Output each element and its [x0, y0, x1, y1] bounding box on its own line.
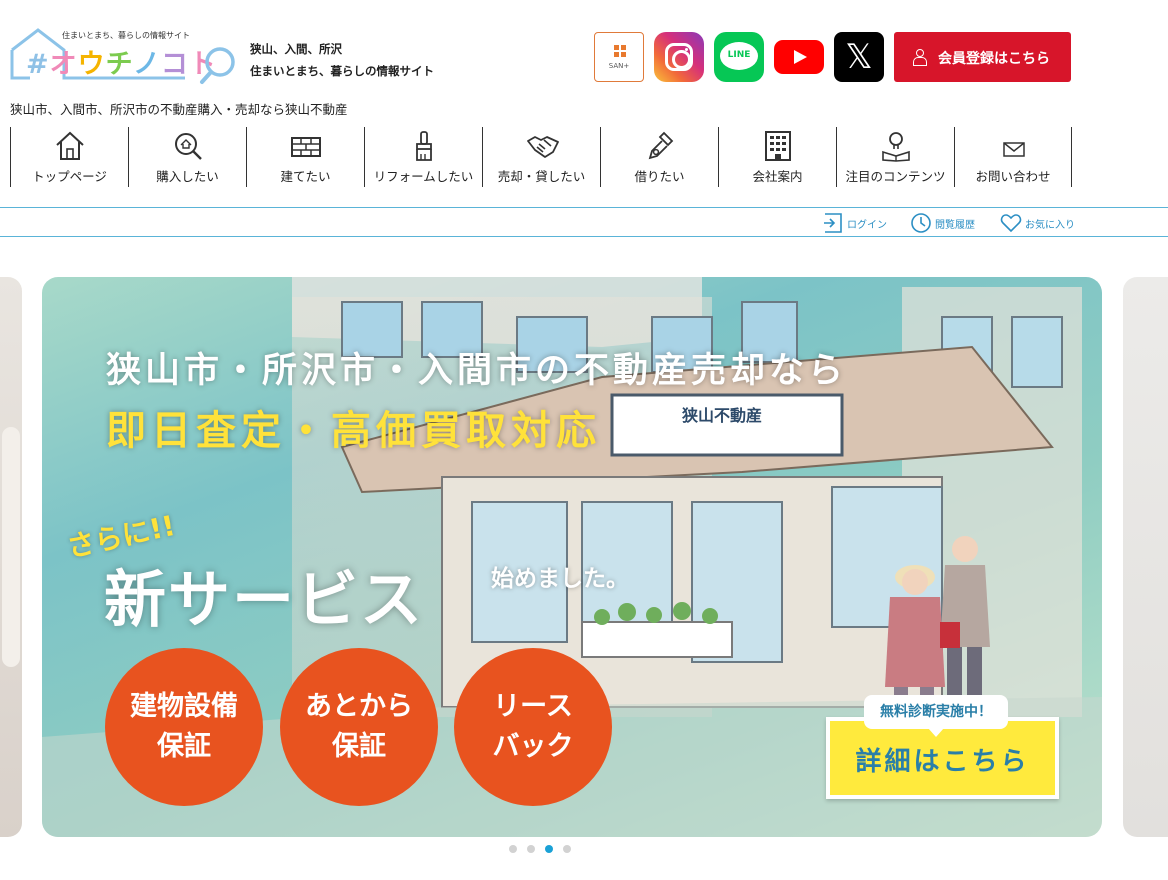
site-logo[interactable]: 住まいとまち、暮らしの情報サイト #オウチノコト [10, 26, 238, 88]
slide-preview-previous[interactable] [0, 277, 22, 837]
user-icon [913, 49, 927, 66]
free-diagnosis-badge: 無料診断実施中！ [864, 695, 1008, 737]
login-link[interactable]: ログイン [822, 212, 892, 234]
sanplus-button[interactable]: SAN+ [594, 32, 644, 82]
nav-item-build[interactable]: 建てたい [246, 127, 364, 187]
hero-headline: 狭山市・所沢市・入間市の不動産売却なら [106, 351, 848, 391]
nav-item-sell[interactable]: 売却・貸したい [482, 127, 600, 187]
nav-item-top[interactable]: トップページ [10, 127, 128, 187]
utility-bar: ログイン 閲覧履歴 お気に入り [0, 207, 1168, 237]
paint-brush-icon [416, 131, 432, 161]
hero-slide[interactable]: 狭山市・所沢市・入間市の不動産売却なら 即日査定・高価買取対応 狭山不動産 さら… [42, 277, 1102, 837]
member-register-button[interactable]: 会員登録はこちら [894, 32, 1071, 82]
x-button[interactable]: 𝕏 [834, 32, 884, 82]
home-icon [56, 131, 84, 160]
logo-tagline: 住まいとまち、暮らしの情報サイト [62, 31, 190, 40]
clock-icon [911, 213, 931, 233]
service-circle-equipment-warranty: 建物設備 保証 [105, 648, 263, 806]
instagram-icon [665, 43, 693, 71]
site-description-line2: 住まいとまち、暮らしの情報サイト [250, 64, 434, 78]
youtube-icon [774, 40, 824, 74]
hero-started: 始めました。 [491, 566, 629, 592]
site-description: 狭山、入間、所沢 住まいとまち、暮らしの情報サイト [250, 38, 434, 82]
service-circle-leaseback: リース バック [454, 648, 612, 806]
slider-dot[interactable] [563, 845, 571, 853]
lightbulb-book-icon [882, 132, 910, 162]
heart-icon [1000, 214, 1022, 233]
sanplus-icon [614, 45, 626, 57]
page-tagline: 狭山市、入間市、所沢市の不動産購入・売却なら狭山不動産 [10, 102, 348, 117]
handshake-icon [527, 136, 559, 158]
search-house-icon [175, 133, 202, 160]
brick-icon [291, 137, 321, 157]
favorites-link[interactable]: お気に入り [1000, 212, 1080, 234]
slider-pagination [509, 845, 581, 855]
line-icon: LINE [720, 42, 758, 70]
nav-item-company[interactable]: 会社案内 [718, 127, 836, 187]
slide-preview-next[interactable] [1123, 277, 1168, 837]
nav-item-buy[interactable]: 購入したい [128, 127, 246, 187]
hero-new-service: 新サービス [104, 563, 425, 636]
nav-item-contact[interactable]: お問い合わせ [954, 127, 1072, 187]
youtube-button[interactable] [774, 32, 824, 82]
slider-dot[interactable] [527, 845, 535, 853]
global-nav: トップページ 購入したい 建てたい リフォームしたい 売却・貸したい 借りたい … [10, 127, 1072, 187]
login-icon [824, 213, 842, 233]
line-button[interactable]: LINE [714, 32, 764, 82]
nav-item-featured[interactable]: 注目のコンテンツ [836, 127, 954, 187]
magnifier-icon [200, 47, 235, 84]
nav-item-rent[interactable]: 借りたい [600, 127, 718, 187]
key-icon [648, 131, 674, 160]
shop-sign: 狭山不動産 [682, 406, 763, 425]
site-description-line1: 狭山、入間、所沢 [250, 42, 342, 56]
x-icon: 𝕏 [845, 37, 873, 77]
hero-subheadline: 即日査定・高価買取対応 [106, 408, 601, 454]
nav-item-reform[interactable]: リフォームしたい [364, 127, 482, 187]
building-icon [765, 131, 791, 161]
history-link[interactable]: 閲覧履歴 [910, 212, 982, 234]
service-circle-after-warranty: あとから 保証 [280, 648, 438, 806]
instagram-button[interactable] [654, 32, 704, 82]
slider-dot[interactable] [509, 845, 517, 853]
mail-icon [1003, 142, 1025, 157]
slider-dot-active[interactable] [545, 845, 553, 853]
